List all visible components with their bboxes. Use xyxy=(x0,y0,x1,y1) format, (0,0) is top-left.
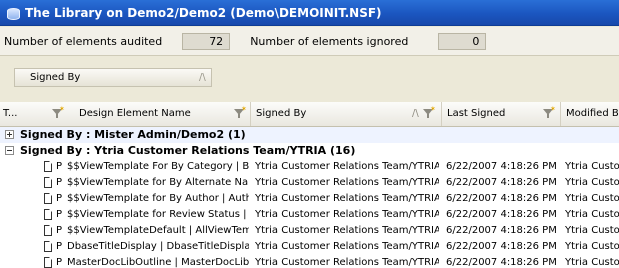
table-row[interactable]: P $$ViewTemplate for By Alternate Name |… xyxy=(0,175,619,191)
type-cell: P xyxy=(56,177,63,188)
signed-by-cell: Ytria Customer Relations Team/YTRIA xyxy=(255,193,439,204)
expand-icon[interactable] xyxy=(5,130,14,139)
page-icon xyxy=(44,209,52,220)
table-row[interactable]: P $$ViewTemplate for By Author | AuthorV… xyxy=(0,191,619,207)
title-bar[interactable]: The Library on Demo2/Demo2 (Demo\DEMOINI… xyxy=(0,0,619,26)
page-icon xyxy=(44,193,52,204)
table-row[interactable]: P $$ViewTemplateDefault | AllViewTemplat… xyxy=(0,223,619,239)
sort-ascending-icon: /\ xyxy=(199,72,206,83)
database-icon xyxy=(6,7,20,20)
name-cell: $$ViewTemplateDefault | AllViewTemplate xyxy=(67,225,249,236)
page-icon xyxy=(44,225,52,236)
last-signed-cell: 6/22/2007 4:18:26 PM xyxy=(446,257,556,268)
name-cell: $$ViewTemplate for By Alternate Name |..… xyxy=(67,177,249,188)
audited-label: Number of elements audited xyxy=(4,34,163,48)
table-row[interactable]: P DbaseTitleDisplay | DbaseTitleDisplay … xyxy=(0,239,619,255)
page-icon xyxy=(44,257,52,268)
type-cell: P xyxy=(56,209,63,220)
type-cell: P xyxy=(56,241,63,252)
modified-by-cell: Ytria Custom xyxy=(565,241,619,252)
table-row[interactable]: P $$ViewTemplate For By Category | By C.… xyxy=(0,159,619,175)
name-cell: MasterDocLibOutline | MasterDocLibOutlin… xyxy=(67,257,249,268)
last-signed-cell: 6/22/2007 4:18:26 PM xyxy=(446,225,556,236)
group-by-panel: Signed By /\ xyxy=(0,56,619,103)
column-header-last-signed[interactable]: Last Signed xyxy=(441,102,537,126)
group-row[interactable]: Signed By : Ytria Customer Relations Tea… xyxy=(0,143,619,159)
window-title: The Library on Demo2/Demo2 (Demo\DEMOINI… xyxy=(25,5,382,20)
signed-by-cell: Ytria Customer Relations Team/YTRIA xyxy=(255,241,439,252)
signed-by-sort-icon: /\ xyxy=(412,108,419,119)
page-icon xyxy=(44,241,52,252)
filter-signed-by-icon[interactable]: ✶ xyxy=(423,105,436,119)
modified-by-cell: Ytria Custom xyxy=(565,209,619,220)
signed-by-cell: Ytria Customer Relations Team/YTRIA xyxy=(255,161,439,172)
filter-name-icon[interactable]: ✶ xyxy=(234,105,247,119)
audit-stats-bar: Number of elements audited 72 Number of … xyxy=(0,27,619,56)
page-icon xyxy=(44,161,52,172)
name-cell: DbaseTitleDisplay | DbaseTitleDisplay xyxy=(67,241,249,252)
name-cell: $$ViewTemplate For By Category | By C... xyxy=(67,161,249,172)
type-cell: P xyxy=(56,257,63,268)
table-row[interactable]: P $$ViewTemplate for Review Status | Re.… xyxy=(0,207,619,223)
last-signed-cell: 6/22/2007 4:18:26 PM xyxy=(446,193,556,204)
modified-by-cell: Ytria Custom xyxy=(565,257,619,268)
ignored-count: 0 xyxy=(438,32,487,50)
signed-by-cell: Ytria Customer Relations Team/YTRIA xyxy=(255,225,439,236)
collapse-icon[interactable] xyxy=(5,146,14,155)
last-signed-cell: 6/22/2007 4:18:26 PM xyxy=(446,177,556,188)
modified-by-cell: Ytria Custom xyxy=(565,225,619,236)
page-icon xyxy=(44,177,52,188)
column-header-type[interactable]: T... xyxy=(3,102,43,126)
group-by-signed-by-chip[interactable]: Signed By /\ xyxy=(14,68,212,87)
last-signed-cell: 6/22/2007 4:18:26 PM xyxy=(446,161,556,172)
last-signed-cell: 6/22/2007 4:18:26 PM xyxy=(446,209,556,220)
signed-by-cell: Ytria Customer Relations Team/YTRIA xyxy=(255,177,439,188)
group-row[interactable]: Signed By : Mister Admin/Demo2 (1) xyxy=(0,127,619,143)
ignored-label: Number of elements ignored xyxy=(250,34,409,48)
modified-by-cell: Ytria Custom xyxy=(565,193,619,204)
signed-by-cell: Ytria Customer Relations Team/YTRIA xyxy=(255,209,439,220)
name-cell: $$ViewTemplate for By Author | AuthorV..… xyxy=(67,193,249,204)
filter-type-icon[interactable]: ✶ xyxy=(52,105,65,119)
name-cell: $$ViewTemplate for Review Status | Re... xyxy=(67,209,249,220)
group-chip-label: Signed By xyxy=(30,72,81,83)
last-signed-cell: 6/22/2007 4:18:26 PM xyxy=(446,241,556,252)
modified-by-cell: Ytria Custom xyxy=(565,161,619,172)
type-cell: P xyxy=(56,193,63,204)
results-grid[interactable]: Signed By : Mister Admin/Demo2 (1) Signe… xyxy=(0,127,619,268)
type-cell: P xyxy=(56,161,63,172)
table-row[interactable]: P MasterDocLibOutline | MasterDocLibOutl… xyxy=(0,255,619,268)
column-header-name[interactable]: Design Element Name xyxy=(79,102,219,126)
audited-count: 72 xyxy=(182,32,231,50)
column-header-row: T... ✶ Design Element Name ✶ Signed By /… xyxy=(0,102,619,127)
type-cell: P xyxy=(56,225,63,236)
column-header-modified-by[interactable]: Modified By xyxy=(560,102,619,126)
modified-by-cell: Ytria Custom xyxy=(565,177,619,188)
signed-by-cell: Ytria Customer Relations Team/YTRIA xyxy=(255,257,439,268)
filter-last-signed-icon[interactable]: ✶ xyxy=(543,105,556,119)
